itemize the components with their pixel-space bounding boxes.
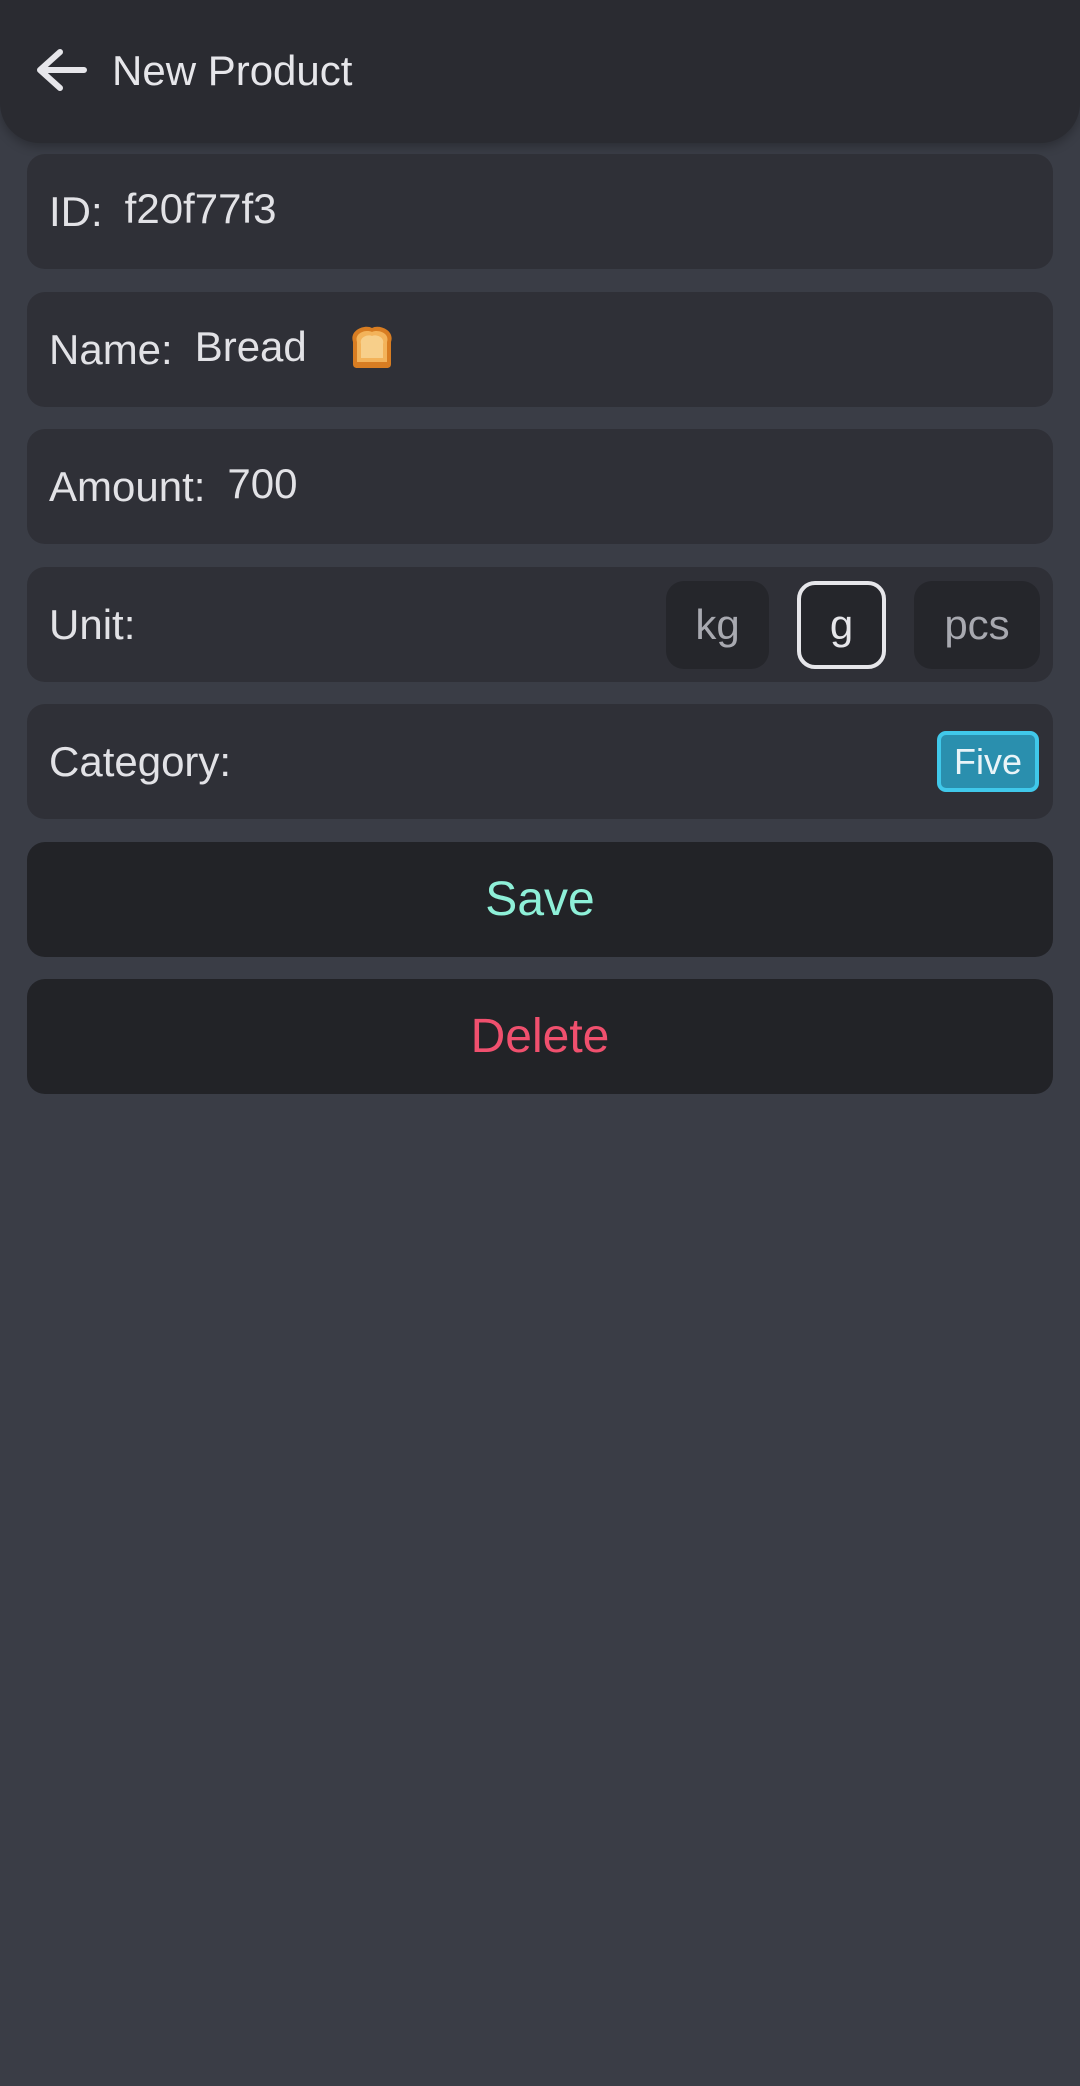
name-field-row[interactable]: Name: xyxy=(27,292,1053,407)
category-label: Category: xyxy=(49,737,232,785)
unit-label: Unit: xyxy=(49,600,136,648)
save-button[interactable]: Save xyxy=(27,842,1053,957)
name-label: Name: xyxy=(49,325,173,373)
id-label: ID: xyxy=(49,187,103,235)
page-title: New Product xyxy=(112,47,353,94)
category-chip[interactable]: Five xyxy=(937,731,1039,792)
bread-icon xyxy=(352,326,392,368)
app-header: New Product xyxy=(0,0,1080,143)
amount-input[interactable] xyxy=(227,453,928,514)
name-input[interactable] xyxy=(194,316,335,377)
id-value: f20f77f3 xyxy=(124,184,277,232)
amount-label: Amount: xyxy=(49,462,206,510)
unit-field-row: Unit: kg g pcs xyxy=(27,567,1053,682)
unit-option-kg[interactable]: kg xyxy=(666,581,769,669)
id-field-row: ID: f20f77f3 xyxy=(27,154,1053,269)
unit-option-g[interactable]: g xyxy=(797,581,886,669)
arrow-left-icon[interactable] xyxy=(36,48,88,92)
amount-field-row[interactable]: Amount: xyxy=(27,429,1053,544)
delete-button[interactable]: Delete xyxy=(27,979,1053,1094)
category-field-row: Category: Five xyxy=(27,704,1053,819)
unit-option-pcs[interactable]: pcs xyxy=(914,581,1040,669)
